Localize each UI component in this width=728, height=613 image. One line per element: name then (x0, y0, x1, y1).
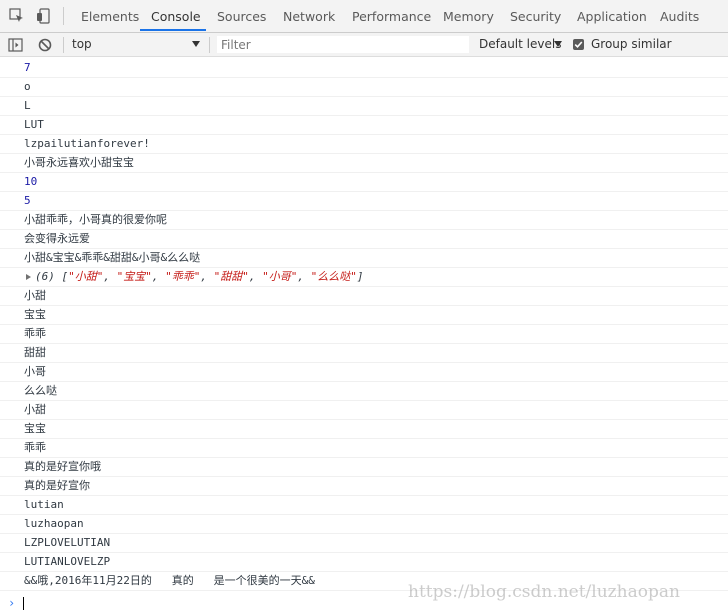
device-toolbar-icon[interactable] (35, 7, 53, 25)
console-message: 会变得永远爱 (0, 230, 728, 249)
toolbar-divider (63, 37, 64, 53)
console-message: 么么哒 (0, 382, 728, 401)
toolbar-divider (63, 7, 64, 25)
console-message: LUTIANLOVELZP (0, 553, 728, 572)
array-preview: (6) ["小甜", "宝宝", "乖乖", "甜甜", "小哥", "么么哒"… (35, 270, 364, 283)
tab-elements[interactable]: Elements (81, 0, 139, 32)
array-item: "甜甜" (213, 270, 249, 283)
console-message: 甜甜 (0, 344, 728, 363)
context-selector[interactable]: top (72, 33, 92, 56)
console-message: 真的是好宣你 (0, 477, 728, 496)
devtools-tabbar: Elements Console Sources Network Perform… (0, 0, 728, 33)
tab-security[interactable]: Security (510, 0, 561, 32)
console-message: &&哦,2016年11月22日的 真的 是一个很美的一天&& (0, 572, 728, 591)
array-item: "小甜" (68, 270, 104, 283)
tab-memory[interactable]: Memory (443, 0, 494, 32)
array-item: "小哥" (262, 270, 298, 283)
tab-application[interactable]: Application (577, 0, 647, 32)
prompt-chevron-icon: › (8, 596, 16, 610)
console-message: 乖乖 (0, 325, 728, 344)
tab-sources[interactable]: Sources (217, 0, 266, 32)
tab-audits[interactable]: Audits (660, 0, 699, 32)
console-message: LUT (0, 116, 728, 135)
expand-triangle-icon[interactable] (26, 274, 31, 280)
console-message: 真的是好宣你哦 (0, 458, 728, 477)
console-message: LZPLOVELUTIAN (0, 534, 728, 553)
console-message: 小哥 (0, 363, 728, 382)
tab-performance[interactable]: Performance (352, 0, 431, 32)
console-message: lutian (0, 496, 728, 515)
group-similar-label: Group similar (591, 37, 672, 51)
show-sidebar-icon[interactable] (7, 36, 25, 54)
tab-network[interactable]: Network (283, 0, 335, 32)
active-tab-indicator (140, 29, 206, 31)
console-message: 小甜 (0, 287, 728, 306)
console-toolbar: top Default levels Group similar (0, 33, 728, 57)
group-similar-checkbox[interactable] (573, 39, 584, 50)
console-array-message[interactable]: (6) ["小甜", "宝宝", "乖乖", "甜甜", "小哥", "么么哒"… (0, 268, 728, 287)
console-message: 宝宝 (0, 420, 728, 439)
console-message: o (0, 78, 728, 97)
filter-input[interactable] (216, 35, 470, 54)
console-message: 小甜&宝宝&乖乖&甜甜&小哥&么么哒 (0, 249, 728, 268)
clear-console-icon[interactable] (36, 36, 54, 54)
array-item: "乖乖" (165, 270, 201, 283)
console-message: luzhaopan (0, 515, 728, 534)
console-message: 5 (0, 192, 728, 211)
log-levels-dropdown[interactable]: Default levels (479, 33, 561, 56)
console-prompt[interactable]: › (0, 593, 728, 613)
inspect-element-icon[interactable] (8, 7, 26, 25)
console-message: L (0, 97, 728, 116)
toolbar-divider (209, 37, 210, 53)
console-message: lzpailutianforever! (0, 135, 728, 154)
array-item: "么么哒" (310, 270, 357, 283)
console-message: 宝宝 (0, 306, 728, 325)
console-message: 小甜乖乖，小哥真的很爱你呢 (0, 211, 728, 230)
console-message: 10 (0, 173, 728, 192)
text-cursor (23, 597, 24, 610)
console-message: 小甜 (0, 401, 728, 420)
console-message: 7 (0, 59, 728, 78)
console-output: 7 o L LUT lzpailutianforever! 小哥永远喜欢小甜宝宝 10 5 小甜… (0, 59, 728, 591)
array-item: "宝宝" (116, 270, 152, 283)
tab-console[interactable]: Console (151, 0, 201, 32)
chevron-down-icon[interactable] (554, 41, 562, 47)
console-message: 小哥永远喜欢小甜宝宝 (0, 154, 728, 173)
array-count: (6) (35, 270, 55, 283)
console-message: 乖乖 (0, 439, 728, 458)
chevron-down-icon[interactable] (192, 41, 200, 47)
